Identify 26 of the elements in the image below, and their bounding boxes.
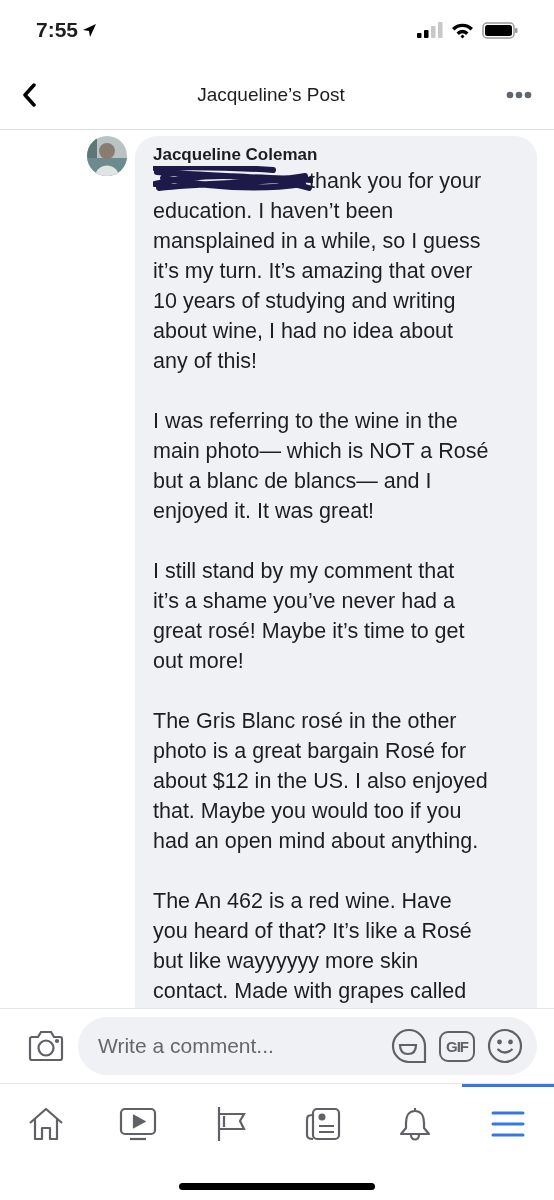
wifi-icon bbox=[451, 21, 474, 39]
home-icon bbox=[28, 1107, 65, 1141]
comment-author[interactable]: Jacqueline Coleman bbox=[153, 144, 318, 166]
comment-text: The An 462 is a red wine. Have you heard of that? It’s like a Rosé but like wayyyyyy more skin contact. Made with grapes called bbox=[153, 888, 473, 1005]
camera-icon[interactable] bbox=[28, 1030, 64, 1062]
newspaper-icon bbox=[305, 1107, 342, 1141]
flag-icon bbox=[215, 1106, 246, 1142]
comment-text: I still stand by my comment that it’s a shame you’ve never had a great rosé! Maybe it’s time to get out more! bbox=[153, 558, 466, 675]
emoji-icon[interactable] bbox=[487, 1028, 523, 1064]
comment-text: thank you for your education. I haven’t been mansplained in a while, so I guess it’s my turn. It’s amazing that over 10 years of studying and writing about wine, I had no idea about any of this! bbox=[153, 166, 537, 376]
more-options-icon[interactable] bbox=[506, 90, 532, 99]
page-title: Jacqueline’s Post bbox=[197, 83, 345, 106]
menu-icon bbox=[490, 1110, 525, 1138]
comment-text: The Gris Blanc rosé in the other photo is a great bargain Rosé for about $12 in the US. I also enjoyed that. Maybe you would too if you had an open mind about anything. bbox=[153, 708, 489, 855]
sticker-icon[interactable] bbox=[391, 1028, 427, 1064]
comment-field[interactable]: Write a comment... GIF bbox=[78, 1017, 537, 1075]
avatar[interactable] bbox=[87, 136, 127, 176]
comment-text: I was referring to the wine in the main photo— which is NOT a Rosé but a blanc de blancs— and I enjoyed it. It was great! bbox=[153, 408, 490, 525]
video-play-icon bbox=[119, 1107, 158, 1141]
signal-icon bbox=[417, 22, 443, 38]
clock-time: 7:55 bbox=[36, 18, 79, 42]
location-arrow-icon bbox=[82, 22, 98, 38]
battery-icon bbox=[482, 21, 518, 39]
back-icon[interactable] bbox=[22, 82, 36, 107]
bell-icon bbox=[398, 1106, 433, 1142]
gif-button[interactable]: GIF bbox=[439, 1030, 475, 1062]
